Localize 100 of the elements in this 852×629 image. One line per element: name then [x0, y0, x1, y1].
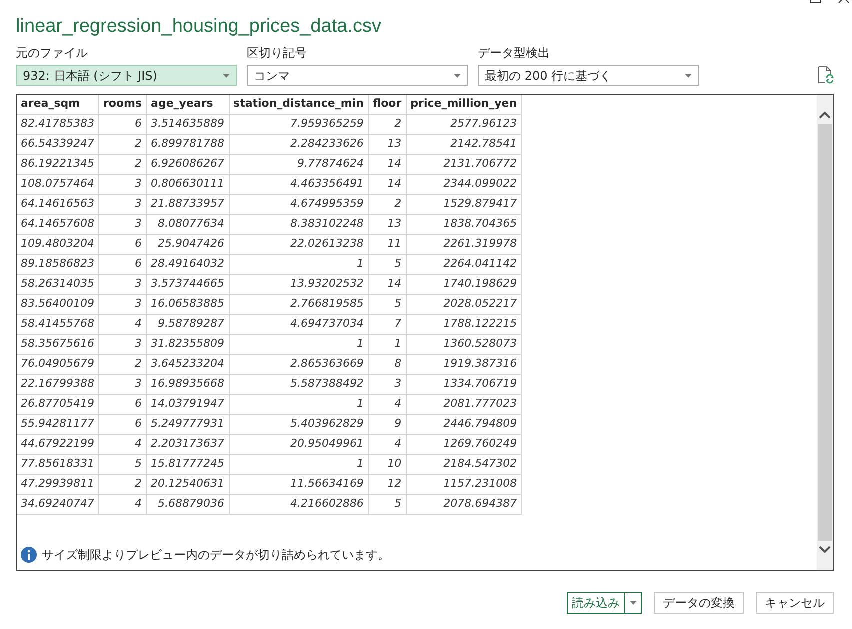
table-cell: 20.95049961: [229, 434, 368, 454]
table-cell: 2577.96123: [406, 114, 522, 134]
table-cell: 6.926086267: [146, 154, 230, 174]
table-cell: 2264.041142: [406, 254, 522, 274]
table-cell: 1: [368, 334, 406, 354]
table-cell: 15.81777245: [146, 454, 230, 474]
table-cell: 6: [98, 114, 147, 134]
table-cell: 8.08077634: [146, 214, 230, 234]
table-cell: 3: [98, 194, 147, 214]
table-cell: 13: [368, 134, 406, 154]
table-cell: 1: [229, 454, 368, 474]
table-cell: 55.94281177: [17, 414, 99, 434]
table-cell: 4.463356491: [229, 174, 368, 194]
table-cell: 3.645233204: [146, 354, 230, 374]
table-cell: 2078.694387: [406, 494, 522, 514]
table-cell: 2344.099022: [406, 174, 522, 194]
scrollbar[interactable]: [817, 95, 833, 570]
table-cell: 16.98935668: [146, 374, 230, 394]
table-cell: 12: [368, 474, 406, 494]
table-cell: 1157.231008: [406, 474, 522, 494]
dialog-button[interactable]: キャンセル: [756, 592, 834, 614]
table-cell: 1269.760249: [406, 434, 522, 454]
info-icon: [21, 547, 37, 563]
column-header: station_distance_min: [229, 95, 368, 114]
table-cell: 47.29939811: [17, 474, 99, 494]
table-cell: 2184.547302: [406, 454, 522, 474]
table-cell: 34.69240747: [17, 494, 99, 514]
table-cell: 9.77874624: [229, 154, 368, 174]
table-cell: 8.383102248: [229, 214, 368, 234]
table-cell: 4: [368, 394, 406, 414]
column-header: age_years: [146, 95, 230, 114]
table-cell: 5.68879036: [146, 494, 230, 514]
table-cell: 31.82355809: [146, 334, 230, 354]
scroll-up-icon[interactable]: [819, 111, 831, 119]
table-cell: 3: [98, 294, 147, 314]
dialog-button[interactable]: データの変換: [654, 592, 744, 614]
table-cell: 1: [229, 334, 368, 354]
table-cell: 14: [368, 274, 406, 294]
table-cell: 3: [98, 374, 147, 394]
table-cell: 9: [368, 414, 406, 434]
scrollbar-thumb[interactable]: [818, 124, 832, 541]
table-cell: 3: [98, 274, 147, 294]
dropdown[interactable]: 932: 日本語 (シフト JIS): [16, 65, 237, 86]
table-cell: 109.4803204: [17, 234, 99, 254]
table-cell: 76.04905679: [17, 354, 99, 374]
table-cell: 10: [368, 454, 406, 474]
table-cell: 6.899781788: [146, 134, 230, 154]
table-cell: 58.26314035: [17, 274, 99, 294]
table-cell: 1740.198629: [406, 274, 522, 294]
table-cell: 21.88733957: [146, 194, 230, 214]
table-cell: 2: [98, 474, 147, 494]
window-title: linear_regression_housing_prices_data.csv: [16, 15, 382, 39]
table-cell: 2.203173637: [146, 434, 230, 454]
table-cell: 4: [368, 434, 406, 454]
scroll-down-icon[interactable]: [819, 546, 831, 554]
table-cell: 2: [98, 354, 147, 374]
table-cell: 22.02613238: [229, 234, 368, 254]
table-cell: 2131.706772: [406, 154, 522, 174]
table-cell: 11.56634169: [229, 474, 368, 494]
table-cell: 4.674995359: [229, 194, 368, 214]
table-cell: 26.87705419: [17, 394, 99, 414]
table-cell: 2.766819585: [229, 294, 368, 314]
table-cell: 3.573744665: [146, 274, 230, 294]
table-cell: 58.41455768: [17, 314, 99, 334]
caret-icon: [223, 74, 230, 78]
table-cell: 22.16799388: [17, 374, 99, 394]
table-cell: 28.49164032: [146, 254, 230, 274]
table-cell: 4: [98, 434, 147, 454]
caret-icon: [630, 601, 636, 605]
table-cell: 2: [368, 114, 406, 134]
table-cell: 4: [98, 314, 147, 334]
table-cell: 14: [368, 154, 406, 174]
dropdown[interactable]: コンマ: [247, 65, 468, 86]
table-cell: 2.284233626: [229, 134, 368, 154]
table-cell: 6: [98, 254, 147, 274]
table-cell: 2446.794809: [406, 414, 522, 434]
table-cell: 6: [98, 414, 147, 434]
caret-icon: [454, 74, 461, 78]
table-cell: 4: [98, 494, 147, 514]
table-cell: 25.9047426: [146, 234, 230, 254]
table-cell: 14.03791947: [146, 394, 230, 414]
table-cell: 1838.704365: [406, 214, 522, 234]
dropdown[interactable]: 最初の 200 行に基づく: [478, 65, 699, 86]
caret-icon: [685, 74, 692, 78]
table-cell: 8: [368, 354, 406, 374]
column-header: rooms: [98, 95, 147, 114]
table-cell: 14: [368, 174, 406, 194]
table-cell: 5.403962829: [229, 414, 368, 434]
table-cell: 4.216602886: [229, 494, 368, 514]
table-cell: 5.587388492: [229, 374, 368, 394]
table-cell: 2081.777023: [406, 394, 522, 414]
table-cell: 0.806630111: [146, 174, 230, 194]
table-cell: 5: [368, 254, 406, 274]
table-cell: 4.694737034: [229, 314, 368, 334]
table-cell: 1788.122215: [406, 314, 522, 334]
table-cell: 5: [98, 454, 147, 474]
refresh-file-icon[interactable]: [818, 66, 834, 84]
field-label: 元のファイル: [16, 45, 89, 61]
table-cell: 64.14657608: [17, 214, 99, 234]
notice-text: サイズ制限よりプレビュー内のデータが切り詰められています。: [42, 547, 390, 564]
